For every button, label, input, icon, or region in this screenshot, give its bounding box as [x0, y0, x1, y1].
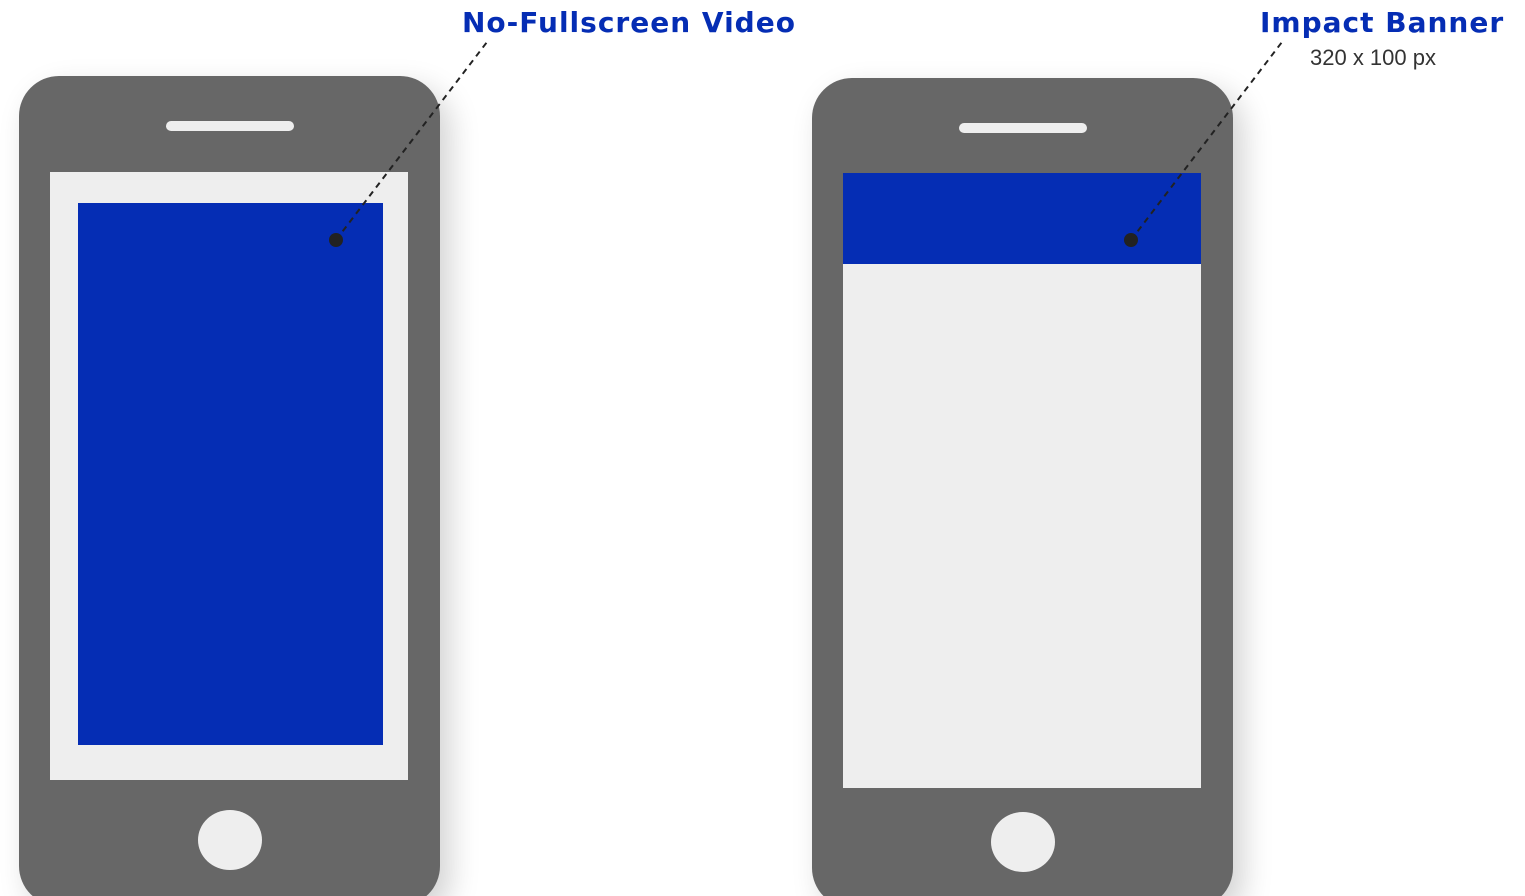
smartphone-right: [812, 78, 1233, 896]
callout-title-banner: Impact Banner: [1260, 6, 1505, 39]
callout-title-video: No-Fullscreen Video: [462, 6, 796, 39]
ad-format-diagram: No-Fullscreen Video Impact Banner 320 x …: [0, 0, 1525, 896]
smartphone-left: [19, 76, 440, 896]
home-button: [198, 810, 262, 870]
callout-size-banner: 320 x 100 px: [1310, 45, 1436, 70]
home-button: [991, 812, 1055, 872]
phone-screen: [843, 173, 1201, 788]
no-fullscreen-video-ad: [78, 203, 383, 745]
impact-banner-ad: [843, 173, 1201, 264]
phone-screen: [50, 172, 408, 780]
speaker-grille: [166, 121, 294, 131]
speaker-grille: [959, 123, 1087, 133]
